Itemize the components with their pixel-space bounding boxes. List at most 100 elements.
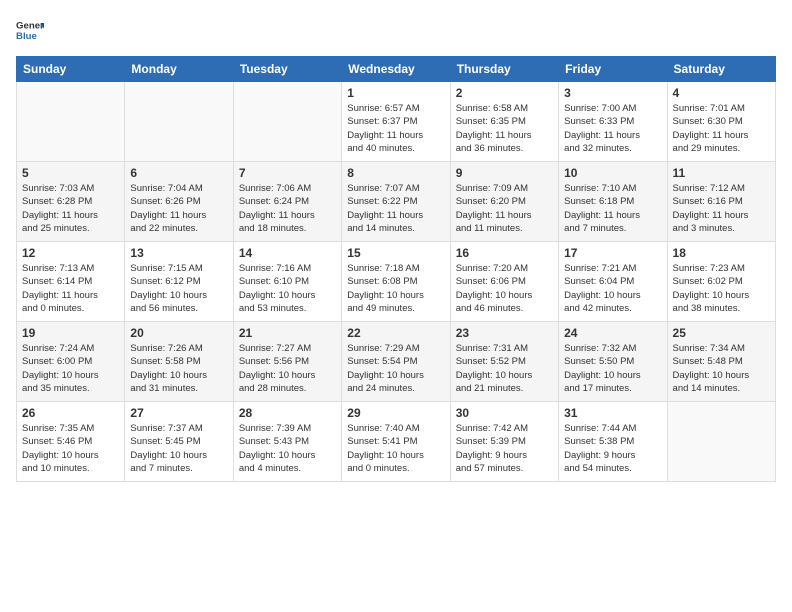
weekday-header-wednesday: Wednesday <box>342 57 450 82</box>
calendar-cell <box>125 82 233 162</box>
calendar-week-5: 26Sunrise: 7:35 AM Sunset: 5:46 PM Dayli… <box>17 402 776 482</box>
calendar-week-4: 19 Sunrise: 7:24 AM Sunset: 6:00 PM Dayli… <box>17 322 776 402</box>
calendar-cell: 22Sunrise: 7:29 AM Sunset: 5:54 PM Dayli… <box>342 322 450 402</box>
calendar-cell: 16 Sunrise: 7:20 AM Sunset: 6:06 PM Dayli… <box>450 242 558 322</box>
day-info: Sunrise: 7:42 AM Sunset: 5:39 PM Dayligh… <box>456 422 553 475</box>
day-number: 2 <box>456 86 553 100</box>
day-number: 24 <box>564 326 661 340</box>
logo: General Blue <box>16 16 44 44</box>
calendar-cell: 3 Sunrise: 7:00 AM Sunset: 6:33 PM Daylig… <box>559 82 667 162</box>
calendar-cell: 4 Sunrise: 7:01 AM Sunset: 6:30 PM Daylig… <box>667 82 775 162</box>
weekday-header-saturday: Saturday <box>667 57 775 82</box>
page-header: General Blue <box>16 16 776 44</box>
day-info: Sunrise: 7:26 AM Sunset: 5:58 PM Dayligh… <box>130 342 227 395</box>
day-info: Sunrise: 7:31 AM Sunset: 5:52 PM Dayligh… <box>456 342 553 395</box>
day-number: 26 <box>22 406 119 420</box>
day-info: Sunrise: 7:34 AM Sunset: 5:48 PM Dayligh… <box>673 342 770 395</box>
day-number: 13 <box>130 246 227 260</box>
calendar-cell: 19 Sunrise: 7:24 AM Sunset: 6:00 PM Dayli… <box>17 322 125 402</box>
day-info: Sunrise: 7:21 AM Sunset: 6:04 PM Dayligh… <box>564 262 661 315</box>
day-number: 11 <box>673 166 770 180</box>
svg-text:General: General <box>16 20 44 31</box>
day-info: Sunrise: 7:03 AM Sunset: 6:28 PM Dayligh… <box>22 182 119 235</box>
calendar-cell: 20 Sunrise: 7:26 AM Sunset: 5:58 PM Dayli… <box>125 322 233 402</box>
day-number: 18 <box>673 246 770 260</box>
day-number: 20 <box>130 326 227 340</box>
calendar-week-2: 5 Sunrise: 7:03 AM Sunset: 6:28 PM Daylig… <box>17 162 776 242</box>
calendar-cell <box>17 82 125 162</box>
calendar-cell: 30 Sunrise: 7:42 AM Sunset: 5:39 PM Dayli… <box>450 402 558 482</box>
day-info: Sunrise: 7:18 AM Sunset: 6:08 PM Dayligh… <box>347 262 444 315</box>
day-info: Sunrise: 7:00 AM Sunset: 6:33 PM Dayligh… <box>564 102 661 155</box>
weekday-header-sunday: Sunday <box>17 57 125 82</box>
day-info: Sunrise: 6:57 AM Sunset: 6:37 PM Dayligh… <box>347 102 444 155</box>
calendar-cell: 18 Sunrise: 7:23 AM Sunset: 6:02 PM Dayli… <box>667 242 775 322</box>
day-number: 27 <box>130 406 227 420</box>
day-info: Sunrise: 7:27 AM Sunset: 5:56 PM Dayligh… <box>239 342 336 395</box>
day-info: Sunrise: 7:37 AM Sunset: 5:45 PM Dayligh… <box>130 422 227 475</box>
weekday-header-row: SundayMondayTuesdayWednesdayThursdayFrid… <box>17 57 776 82</box>
calendar-cell: 7Sunrise: 7:06 AM Sunset: 6:24 PM Daylig… <box>233 162 341 242</box>
day-number: 28 <box>239 406 336 420</box>
calendar-cell: 25 Sunrise: 7:34 AM Sunset: 5:48 PM Dayli… <box>667 322 775 402</box>
calendar-cell: 13 Sunrise: 7:15 AM Sunset: 6:12 PM Dayli… <box>125 242 233 322</box>
svg-text:Blue: Blue <box>16 31 37 42</box>
calendar-cell: 17 Sunrise: 7:21 AM Sunset: 6:04 PM Dayli… <box>559 242 667 322</box>
day-number: 12 <box>22 246 119 260</box>
day-number: 22 <box>347 326 444 340</box>
day-info: Sunrise: 7:01 AM Sunset: 6:30 PM Dayligh… <box>673 102 770 155</box>
calendar-cell: 28Sunrise: 7:39 AM Sunset: 5:43 PM Dayli… <box>233 402 341 482</box>
calendar-cell <box>233 82 341 162</box>
day-info: Sunrise: 7:40 AM Sunset: 5:41 PM Dayligh… <box>347 422 444 475</box>
day-number: 3 <box>564 86 661 100</box>
day-number: 19 <box>22 326 119 340</box>
calendar-cell: 31 Sunrise: 7:44 AM Sunset: 5:38 PM Dayli… <box>559 402 667 482</box>
day-number: 30 <box>456 406 553 420</box>
day-number: 14 <box>239 246 336 260</box>
calendar-cell: 14 Sunrise: 7:16 AM Sunset: 6:10 PM Dayli… <box>233 242 341 322</box>
day-info: Sunrise: 7:32 AM Sunset: 5:50 PM Dayligh… <box>564 342 661 395</box>
day-number: 29 <box>347 406 444 420</box>
day-info: Sunrise: 7:20 AM Sunset: 6:06 PM Dayligh… <box>456 262 553 315</box>
weekday-header-friday: Friday <box>559 57 667 82</box>
day-info: Sunrise: 7:44 AM Sunset: 5:38 PM Dayligh… <box>564 422 661 475</box>
day-number: 7 <box>239 166 336 180</box>
calendar-cell: 10Sunrise: 7:10 AM Sunset: 6:18 PM Dayli… <box>559 162 667 242</box>
day-info: Sunrise: 7:04 AM Sunset: 6:26 PM Dayligh… <box>130 182 227 235</box>
day-number: 4 <box>673 86 770 100</box>
weekday-header-tuesday: Tuesday <box>233 57 341 82</box>
calendar-cell: 5 Sunrise: 7:03 AM Sunset: 6:28 PM Daylig… <box>17 162 125 242</box>
logo-icon: General Blue <box>16 16 44 44</box>
day-number: 10 <box>564 166 661 180</box>
calendar-cell: 6 Sunrise: 7:04 AM Sunset: 6:26 PM Daylig… <box>125 162 233 242</box>
calendar-cell: 23 Sunrise: 7:31 AM Sunset: 5:52 PM Dayli… <box>450 322 558 402</box>
day-number: 21 <box>239 326 336 340</box>
calendar-cell: 9Sunrise: 7:09 AM Sunset: 6:20 PM Daylig… <box>450 162 558 242</box>
calendar-cell: 2 Sunrise: 6:58 AM Sunset: 6:35 PM Daylig… <box>450 82 558 162</box>
calendar-cell: 29 Sunrise: 7:40 AM Sunset: 5:41 PM Dayli… <box>342 402 450 482</box>
day-number: 16 <box>456 246 553 260</box>
day-info: Sunrise: 7:16 AM Sunset: 6:10 PM Dayligh… <box>239 262 336 315</box>
calendar-cell: 26Sunrise: 7:35 AM Sunset: 5:46 PM Dayli… <box>17 402 125 482</box>
day-number: 8 <box>347 166 444 180</box>
calendar-cell: 11Sunrise: 7:12 AM Sunset: 6:16 PM Dayli… <box>667 162 775 242</box>
day-info: Sunrise: 7:09 AM Sunset: 6:20 PM Dayligh… <box>456 182 553 235</box>
calendar-cell: 12 Sunrise: 7:13 AM Sunset: 6:14 PM Dayli… <box>17 242 125 322</box>
day-info: Sunrise: 7:23 AM Sunset: 6:02 PM Dayligh… <box>673 262 770 315</box>
calendar-cell: 8Sunrise: 7:07 AM Sunset: 6:22 PM Daylig… <box>342 162 450 242</box>
day-number: 1 <box>347 86 444 100</box>
day-info: Sunrise: 7:24 AM Sunset: 6:00 PM Dayligh… <box>22 342 119 395</box>
day-info: Sunrise: 7:13 AM Sunset: 6:14 PM Dayligh… <box>22 262 119 315</box>
day-number: 23 <box>456 326 553 340</box>
day-number: 5 <box>22 166 119 180</box>
day-info: Sunrise: 6:58 AM Sunset: 6:35 PM Dayligh… <box>456 102 553 155</box>
day-number: 15 <box>347 246 444 260</box>
day-number: 25 <box>673 326 770 340</box>
weekday-header-monday: Monday <box>125 57 233 82</box>
day-number: 6 <box>130 166 227 180</box>
day-number: 31 <box>564 406 661 420</box>
day-info: Sunrise: 7:15 AM Sunset: 6:12 PM Dayligh… <box>130 262 227 315</box>
day-number: 17 <box>564 246 661 260</box>
calendar-cell: 21 Sunrise: 7:27 AM Sunset: 5:56 PM Dayli… <box>233 322 341 402</box>
calendar-cell: 15 Sunrise: 7:18 AM Sunset: 6:08 PM Dayli… <box>342 242 450 322</box>
